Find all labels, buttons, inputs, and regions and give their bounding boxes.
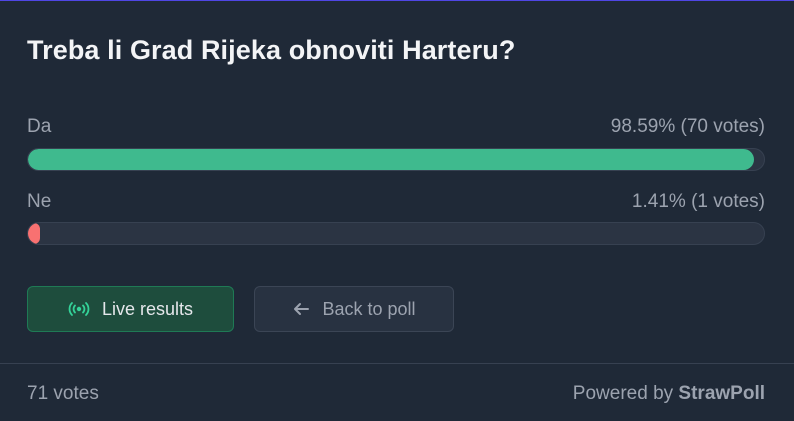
option-row-da: Da 98.59% (70 votes) (27, 116, 765, 138)
progress-track-da (27, 148, 765, 171)
progress-fill-ne (28, 223, 40, 244)
option-result: 1.41% (1 votes) (631, 191, 765, 212)
back-to-poll-button[interactable]: Back to poll (254, 286, 454, 332)
option-label: Ne (27, 191, 52, 212)
option-result: 98.59% (70 votes) (610, 116, 765, 137)
arrow-left-icon (292, 302, 310, 316)
footer-divider (0, 363, 794, 364)
powered-by: Powered by StrawPoll (573, 383, 765, 405)
option-row-ne: Ne 1.41% (1 votes) (27, 191, 765, 213)
poll-results-card: Treba li Grad Rijeka obnoviti Harteru? D… (0, 1, 794, 421)
powered-by-prefix: Powered by (572, 383, 679, 404)
total-votes: 71 votes (27, 383, 99, 404)
live-results-label: Live results (101, 298, 194, 319)
live-results-button[interactable]: Live results (27, 286, 234, 332)
progress-track-ne (27, 222, 765, 245)
strawpoll-brand-link[interactable]: StrawPoll (678, 383, 765, 404)
back-to-poll-label: Back to poll (322, 298, 416, 319)
option-label: Da (27, 116, 52, 137)
progress-fill-da (28, 149, 754, 170)
poll-title: Treba li Grad Rijeka obnoviti Harteru? (27, 35, 516, 65)
broadcast-icon (68, 301, 90, 317)
